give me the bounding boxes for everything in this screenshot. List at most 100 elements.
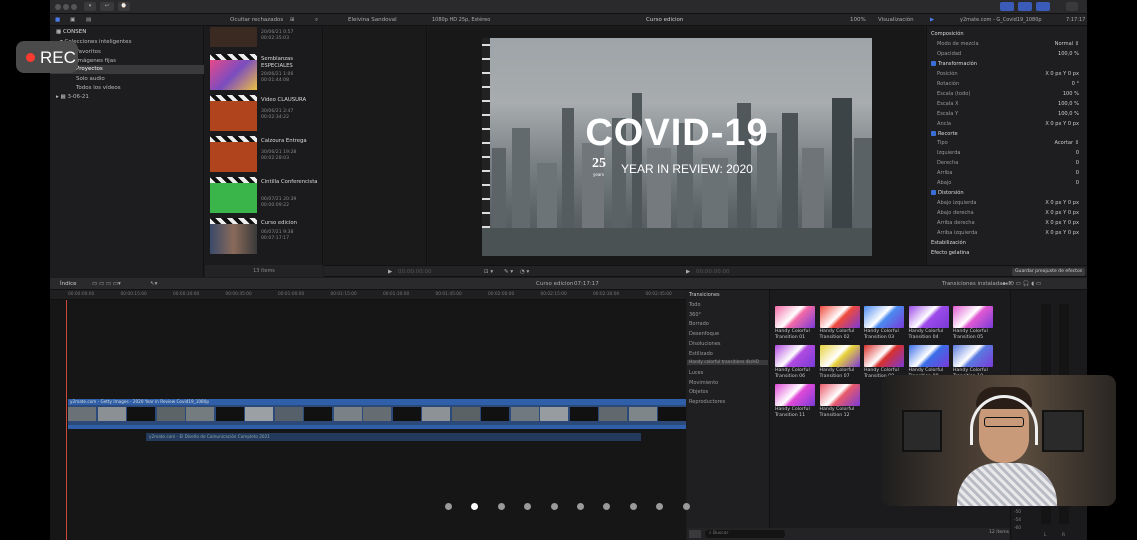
photos-icon[interactable]: ▣ [70,14,75,25]
close-window-button[interactable] [55,4,61,10]
transition-category-item[interactable]: Objetos [689,389,708,395]
inspector-row-value[interactable]: 0 [1076,170,1079,176]
transition-category-item[interactable]: Disoluciones [689,341,721,347]
inspector-row-value[interactable]: 0 [1076,150,1079,156]
transition-tile[interactable]: Handy Colorful Transition 07 [819,345,860,379]
page-dot[interactable] [550,503,558,510]
inspector-row-label[interactable]: Composición [931,31,964,37]
clip-item[interactable]: Calzoura Entrega 30/06/21 19:28 00:02:28… [210,136,320,174]
transition-tile[interactable]: Handy Colorful Transition 05 [953,306,993,340]
sidebar-item-all-video[interactable]: Todos los vídeos [76,85,121,91]
zoom-dropdown[interactable]: 100% [850,14,866,25]
playhead[interactable] [66,300,67,540]
transition-tile[interactable]: Handy Colorful Transition 03 [864,306,904,340]
audio-controls-icon[interactable]: ◂◂ ⟲ ▭ 🎧 ◖ ▭ [1002,278,1041,289]
inspector-row-label[interactable]: Distorsión [931,190,964,196]
transition-tile[interactable]: Handy Colorful Transition 10 [953,345,993,379]
sidebar-item-favorites[interactable]: Favoritos [76,49,101,55]
page-dot[interactable] [497,503,505,510]
inspector-row-label[interactable]: Efecto gelatina [931,250,969,256]
clip-item[interactable]: Semblanzas ESPECIALES 20/06/21 1:06 00:0… [210,54,320,92]
inspector-row-value[interactable]: X 0 px Y 0 px [1045,121,1079,127]
transition-tile[interactable]: Handy Colorful Transition 08 [864,345,904,379]
video-clip[interactable] [68,405,686,425]
transition-category-item[interactable]: Estilizado [689,351,713,357]
inspector-row-value[interactable]: 100,0 % [1058,101,1079,107]
inspector-row-value[interactable]: Acortar ⇕ [1054,140,1079,146]
transition-tile[interactable]: Handy Colorful Transition 11 [775,384,815,418]
transition-category-item[interactable]: Luces [689,370,703,376]
keywords-button[interactable]: ↩ [100,2,114,11]
transition-category-item[interactable]: Handy colorful transitions 4k/HD [687,360,768,366]
viewer-play-button[interactable]: ▶ [686,266,690,276]
show-timeline-button[interactable] [1018,2,1032,11]
clip-appearance-icon[interactable]: ⊞ [290,14,295,25]
inspector-row-value[interactable]: Normal ⇕ [1055,41,1079,47]
save-preset-button[interactable]: Guardar preajuste de efectos [1012,268,1086,276]
sidebar-toggle-icon[interactable] [689,530,701,538]
speed-tool-icon[interactable]: ◔ ▾ [520,266,529,276]
background-tasks-button[interactable]: ⌚ [118,2,130,11]
transition-category-item[interactable]: Todo [689,302,701,308]
browser-filter-dropdown[interactable]: Ocultar rechazados [230,14,283,25]
transition-tile[interactable]: Handy Colorful Transition 01 [775,306,815,340]
timeline-ruler[interactable]: 00:00:00:00 00:00:15:00 00:00:30:00 00:00:4… [50,290,686,300]
inspector-row-value[interactable]: 0 ° [1072,81,1079,87]
inspector-row-value[interactable]: 100,0 % [1058,51,1079,57]
clip-item[interactable]: Cintilla Conferencista 06/07/21 20:39 00… [210,177,320,215]
titles-icon[interactable]: ▤ [86,14,91,25]
inspector-row-label[interactable]: Estabilización [931,240,966,246]
page-dot[interactable] [445,503,452,510]
index-button[interactable]: Índice [60,278,77,289]
inspector-row-value[interactable]: X 0 px Y 0 px [1045,71,1079,77]
inspector-row-value[interactable]: X 0 px Y 0 px [1045,200,1079,206]
page-dot[interactable] [629,503,637,510]
transition-tile[interactable]: Handy Colorful Transition 09 [908,345,949,379]
transition-tile[interactable]: Handy Colorful Transition 06 [775,345,815,379]
show-inspector-button[interactable] [1036,2,1050,11]
select-tool-icon[interactable]: ↖▾ [150,278,157,289]
play-button[interactable]: ▶ [388,266,392,276]
transition-tile[interactable]: Handy Colorful Transition 04 [908,306,949,340]
minimize-window-button[interactable] [63,4,69,10]
transition-category-item[interactable]: Movimiento [689,380,718,386]
import-button[interactable]: ▾ [84,2,96,11]
transitions-search-input[interactable]: ⌕ Buscar [705,530,785,538]
clip-item[interactable]: Video CLAUSURA 30/06/21 2:47 00:02:34:22 [210,95,320,133]
libraries-icon[interactable]: ■ [55,14,60,25]
page-dot[interactable] [577,503,584,510]
inspector-row-value[interactable]: 100 % [1063,91,1079,97]
view-dropdown[interactable]: Visualización [878,14,914,25]
transition-category-item[interactable]: Desenfoque [689,331,719,337]
enable-checkbox[interactable] [931,60,936,66]
transform-tool-icon[interactable]: ⊡ ▾ [484,266,493,276]
transition-category-item[interactable]: Reproductores [689,399,725,405]
zoom-window-button[interactable] [71,4,77,10]
inspector-row-value[interactable]: 100,0 % [1058,111,1079,117]
inspector-row-value[interactable]: 0 [1076,160,1079,166]
inspector-row-value[interactable]: X 0 px Y 0 px [1045,210,1079,216]
inspector-row-value[interactable]: 0 [1076,180,1079,186]
page-dot[interactable] [682,503,690,510]
enhance-tool-icon[interactable]: ✎ ▾ [504,266,513,276]
library-name[interactable]: ▦ CONSEN [56,29,86,35]
enable-checkbox[interactable] [931,190,936,196]
sidebar-item-audio-only[interactable]: Solo audio [76,76,105,82]
show-browser-button[interactable] [1000,2,1014,11]
audio-clip[interactable]: y2mate.com - El Diseño de Comunicación C… [146,433,641,441]
inspector-row-value[interactable]: X 0 px Y 0 px [1045,230,1079,236]
share-button[interactable] [1066,2,1078,11]
timeline[interactable]: 00:00:00:00 00:00:15:00 00:00:30:00 00:00:4… [50,290,686,540]
browser-search-icon[interactable]: ⌕ [315,14,318,25]
inspector-row-label[interactable]: Recorte [931,130,958,137]
enable-checkbox[interactable] [931,130,936,136]
transition-tile[interactable]: Handy Colorful Transition 02 [819,306,860,340]
transition-tile[interactable]: Handy Colorful Transition 12 [819,384,860,418]
inspector-row-label[interactable]: Transformación [931,60,977,67]
event-item[interactable]: ▸ ▦ 3-06-21 [56,94,89,100]
video-inspector-icon[interactable]: ▶ [930,14,934,25]
transition-category-item[interactable]: Borrado [689,321,709,327]
timeline-tools-icon[interactable]: ▭ ▭ ▭ ▭▾ [92,278,121,289]
sidebar-item-stills[interactable]: Imágenes fijas [76,58,116,64]
clip-item[interactable]: Curso edicion 06/07/21 9:38 00:07:17:17 [210,218,320,256]
